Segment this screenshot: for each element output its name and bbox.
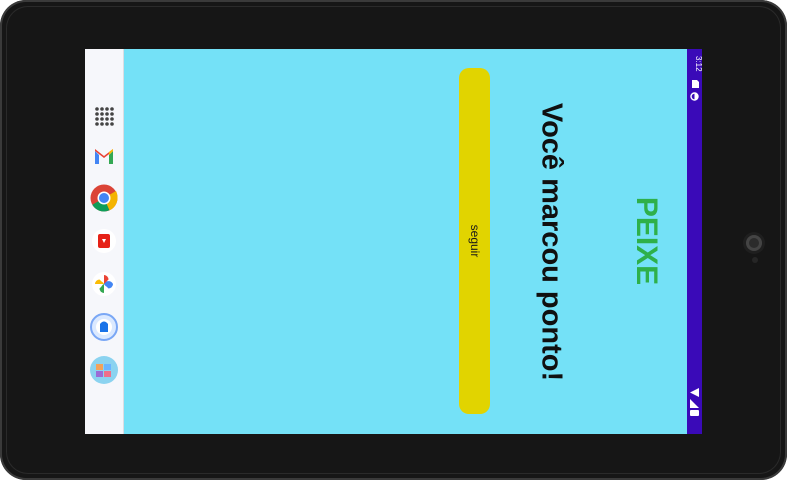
wifi-icon (690, 388, 699, 397)
battery-icon (690, 410, 699, 416)
blue-circle-app-icon[interactable] (89, 312, 119, 342)
youtube-icon[interactable] (89, 226, 119, 256)
colorful-app-icon[interactable] (89, 355, 119, 385)
status-time: 3:12 (694, 56, 702, 72)
chrome-icon[interactable] (89, 183, 119, 213)
device-screen: PEIXE Você marcou ponto! seguir 3:12 (85, 49, 702, 434)
circle-icon (690, 92, 699, 101)
front-camera-icon (746, 235, 762, 251)
status-bar: 3:12 (687, 49, 702, 434)
sim-card-icon (692, 80, 699, 88)
taskbar (85, 49, 124, 434)
gmail-icon[interactable] (89, 141, 119, 171)
score-message: Você marcou ponto! (535, 102, 568, 382)
continue-button-label: seguir (467, 224, 482, 258)
game-title: PEIXE (630, 196, 663, 286)
sensor-icon (752, 257, 758, 263)
app-drawer-icon[interactable] (89, 101, 119, 131)
continue-button[interactable]: seguir (459, 68, 490, 414)
signal-icon (690, 399, 699, 408)
photos-pinwheel-icon[interactable] (89, 269, 119, 299)
app-content: PEIXE Você marcou ponto! seguir (123, 49, 687, 434)
